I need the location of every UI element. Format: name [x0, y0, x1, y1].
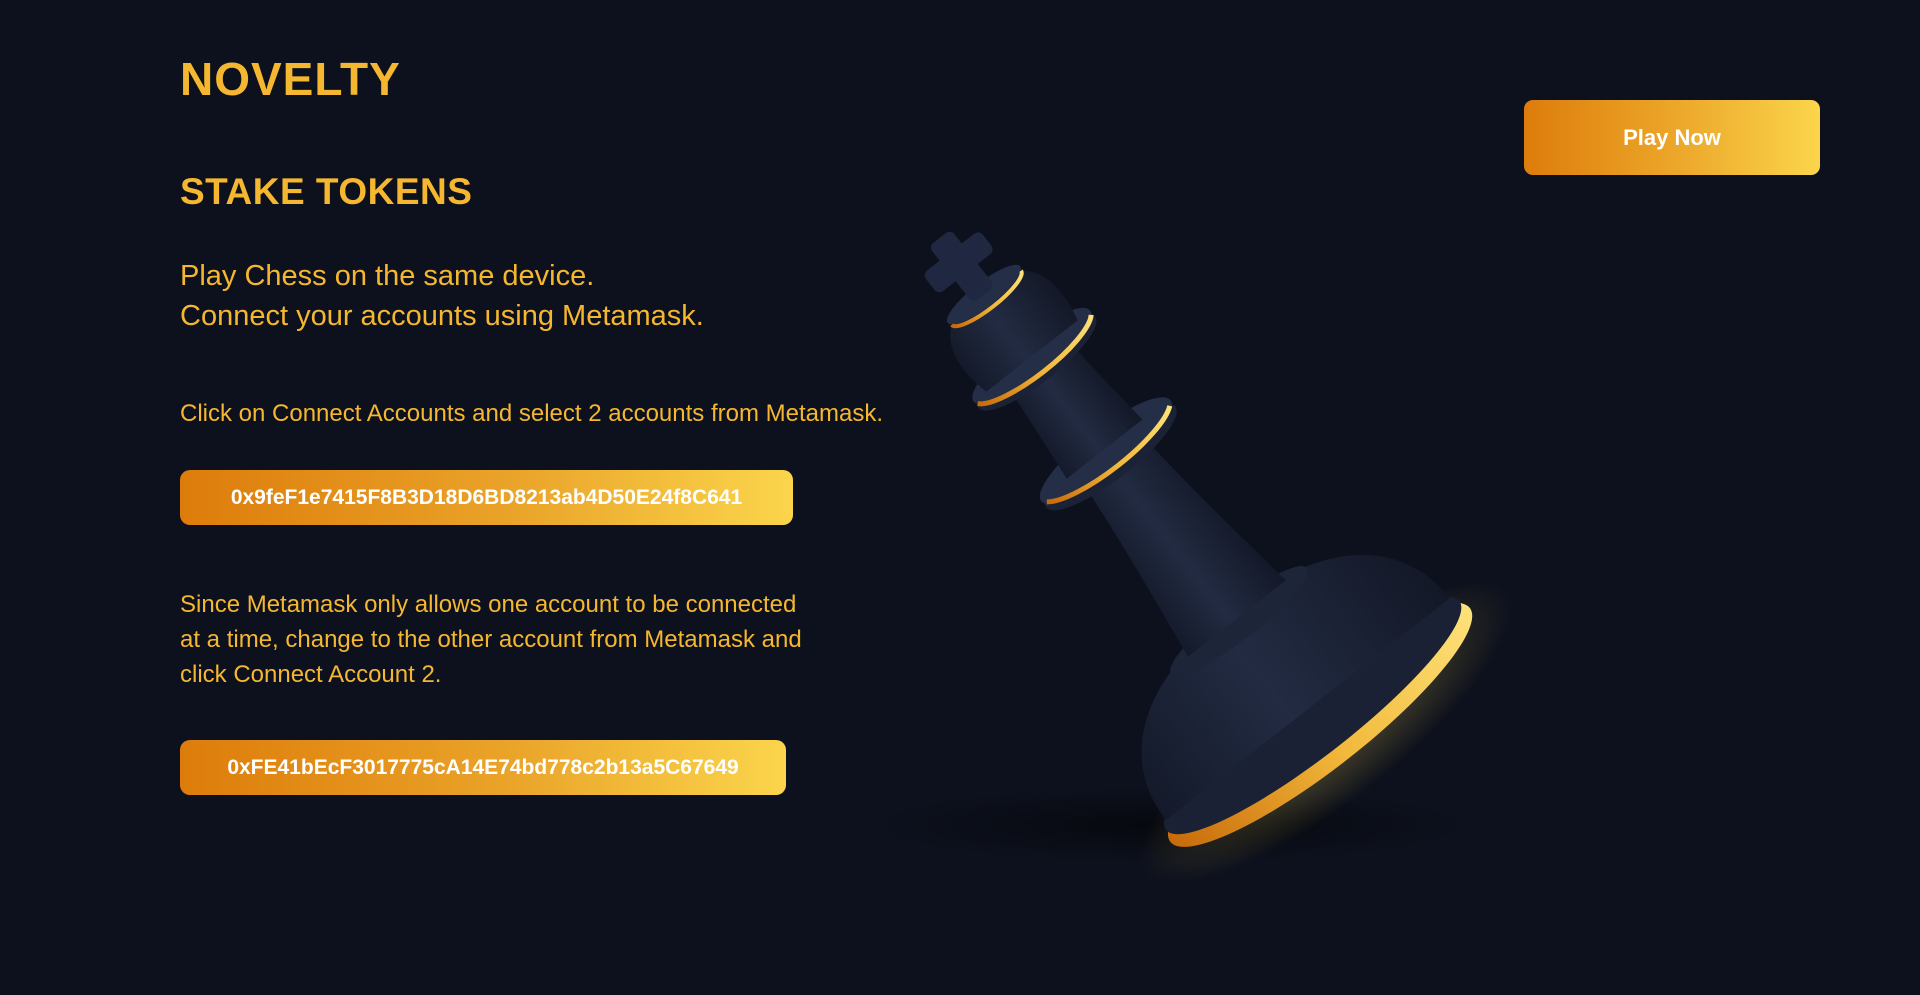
play-now-button[interactable]: Play Now [1524, 100, 1820, 175]
intro-line-2: Connect your accounts using Metamask. [180, 300, 704, 332]
connect-account-2-button[interactable]: 0xFE41bEcF3017775cA14E74bd778c2b13a5C676… [180, 740, 786, 795]
intro-text: Play Chess on the same device. Connect y… [180, 256, 704, 336]
switch-account-instruction: Since Metamask only allows one account t… [180, 591, 802, 688]
chess-king-icon [870, 231, 1513, 880]
connect-instruction: Click on Connect Accounts and select 2 a… [180, 400, 883, 427]
page-title: STAKE TOKENS [180, 171, 473, 212]
connect-account-1-button[interactable]: 0x9feF1e7415F8B3D18D6BD8213ab4D50E24f8C6… [180, 470, 793, 525]
intro-line-1: Play Chess on the same device. [180, 260, 595, 292]
page: NOVELTY Play Now STAKE TOKENS Play Chess… [0, 0, 1920, 995]
logo: NOVELTY [180, 53, 401, 105]
